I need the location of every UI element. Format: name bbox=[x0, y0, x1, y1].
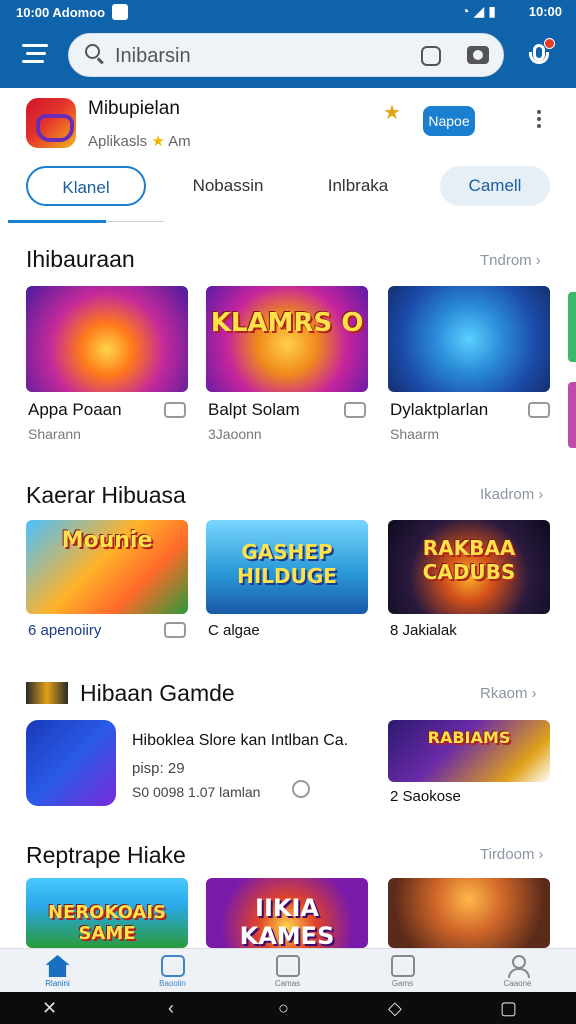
apps-icon bbox=[275, 955, 300, 977]
scan-icon[interactable] bbox=[421, 46, 441, 66]
section-title: Ihibauraan bbox=[26, 246, 135, 272]
game-thumbnail-art-text: GASHEP HILDUGE bbox=[237, 540, 337, 588]
home-icon bbox=[45, 955, 70, 977]
tab-indicator bbox=[8, 220, 106, 223]
recents-icon[interactable]: ◇ bbox=[388, 998, 402, 1019]
tab-camell[interactable]: Camell bbox=[440, 166, 550, 206]
section-title: Hibaan Gamde bbox=[80, 680, 235, 706]
featured-game-icon[interactable] bbox=[26, 720, 116, 806]
app-name: Mibupielan bbox=[88, 98, 180, 119]
game-thumbnail[interactable]: GASHEP HILDUGE bbox=[206, 520, 368, 614]
system-navigation-bar: ✕ ‹ ○ ◇ ▢ bbox=[0, 992, 576, 1024]
search-bar[interactable] bbox=[68, 33, 504, 77]
top-app-bar: 10:00 Adomoo ◔◢▮ 10:00 bbox=[0, 0, 576, 88]
tab-nobassin[interactable]: Nobassin bbox=[178, 166, 278, 206]
game-subtitle: Sharann bbox=[28, 426, 81, 442]
back-icon[interactable]: ‹ bbox=[168, 998, 174, 1019]
side-peek-handle[interactable] bbox=[568, 382, 576, 448]
hamburger-menu-icon[interactable] bbox=[22, 44, 48, 66]
section-see-more-link[interactable]: Ikadrom › bbox=[480, 486, 543, 503]
nav-item-gams[interactable]: Gams bbox=[345, 949, 460, 993]
game-title[interactable]: 8 Jakialak bbox=[390, 622, 457, 639]
game-thumbnail-art-text: Mounie bbox=[61, 528, 153, 553]
search-icon bbox=[85, 44, 105, 65]
controller-icon bbox=[164, 622, 186, 638]
chat-icon bbox=[160, 955, 185, 977]
nav-item-games[interactable]: Camas bbox=[230, 949, 345, 993]
controller-icon bbox=[164, 402, 186, 418]
game-thumbnail-art-text: KLAMRS O bbox=[210, 308, 364, 338]
game-title[interactable]: 2 Saokose bbox=[390, 788, 461, 805]
main-content: Mibupielan Aplikasls ★ Am ★ Napoe Klanel… bbox=[8, 88, 568, 948]
star-icon: ★ bbox=[151, 133, 165, 150]
section-see-more-link[interactable]: Tirdoom › bbox=[480, 846, 543, 863]
game-thumbnail[interactable] bbox=[388, 286, 550, 392]
side-peek-handle[interactable] bbox=[568, 292, 576, 362]
game-thumbnail[interactable]: KLAMRS O bbox=[206, 286, 368, 392]
microphone-icon[interactable] bbox=[526, 38, 555, 70]
camera-icon[interactable] bbox=[467, 46, 489, 64]
controller-icon bbox=[528, 402, 550, 418]
notification-icon bbox=[112, 4, 128, 20]
tab-divider bbox=[106, 221, 164, 222]
featured-game-price: pisp: 29 bbox=[132, 760, 185, 777]
game-thumbnail[interactable]: IIKIA KAMES bbox=[206, 878, 368, 948]
nav-item-profile[interactable]: Caaone bbox=[460, 949, 575, 993]
search-input[interactable] bbox=[115, 43, 395, 69]
app-logo bbox=[26, 98, 76, 148]
game-title[interactable]: Dylaktplarlan bbox=[390, 400, 488, 420]
status-bar: 10:00 Adomoo ◔◢▮ 10:00 bbox=[0, 0, 576, 26]
dice-icon bbox=[390, 955, 415, 977]
award-star-icon: ★ bbox=[383, 102, 401, 124]
section-title: Kaerar Hibuasa bbox=[26, 482, 186, 508]
info-icon[interactable] bbox=[292, 780, 310, 798]
featured-game-title[interactable]: Hiboklea Slore kan Intlban Ca. bbox=[132, 732, 348, 750]
game-thumbnail-art-text: NEROKOAIS SAME bbox=[47, 902, 167, 944]
more-icon[interactable]: ▢ bbox=[500, 998, 517, 1019]
game-thumbnail[interactable]: NEROKOAIS SAME bbox=[26, 878, 188, 948]
section-see-more-link[interactable]: Tndrom › bbox=[480, 252, 541, 269]
game-thumbnail[interactable]: Mounie bbox=[26, 520, 188, 614]
featured-game-meta: S0 0098 1.07 lamlan bbox=[132, 784, 261, 800]
notification-dot bbox=[544, 38, 555, 49]
game-title[interactable]: 6 apenoiiry bbox=[28, 622, 101, 639]
bottom-navigation: Rlanini Baoolin Camas Gams Caaone bbox=[0, 948, 576, 992]
controller-icon bbox=[344, 402, 366, 418]
game-title[interactable]: Balpt Solam bbox=[208, 400, 300, 420]
game-thumbnail-art-text: RAKBAA CADUBS bbox=[422, 536, 516, 584]
status-clock-right: 10:00 bbox=[528, 4, 562, 19]
game-thumbnail[interactable] bbox=[26, 286, 188, 392]
game-thumbnail[interactable] bbox=[388, 878, 550, 948]
game-title[interactable]: C algae bbox=[208, 622, 260, 639]
section-title: Reptrape Hiake bbox=[26, 842, 186, 868]
nav-item-chat[interactable]: Baoolin bbox=[115, 949, 230, 993]
more-options-icon[interactable] bbox=[536, 110, 542, 130]
app-subtitle: Aplikasls ★ Am bbox=[88, 133, 191, 150]
section-see-more-link[interactable]: Rkaom › bbox=[480, 685, 537, 702]
app-action-button[interactable]: Napoe bbox=[423, 106, 475, 136]
game-thumbnail-art-text: IIKIA KAMES bbox=[239, 894, 335, 948]
game-thumbnail[interactable]: RABIAMS bbox=[388, 720, 550, 782]
tab-klanel[interactable]: Klanel bbox=[26, 166, 146, 206]
game-subtitle: Shaarm bbox=[390, 426, 440, 442]
section-badge-icon bbox=[26, 682, 68, 704]
user-icon bbox=[506, 955, 530, 978]
game-subtitle: 3Jaoonn bbox=[208, 426, 262, 442]
close-apps-icon[interactable]: ✕ bbox=[42, 998, 57, 1019]
nav-item-home[interactable]: Rlanini bbox=[0, 949, 115, 993]
tab-inlbraka[interactable]: Inlbraka bbox=[308, 166, 408, 206]
home-circle-icon[interactable]: ○ bbox=[278, 998, 289, 1019]
category-tabs: Klanel Nobassin Inlbraka Camell bbox=[8, 166, 568, 223]
game-thumbnail-art-text: RABIAMS bbox=[427, 728, 511, 747]
status-time: 10:00 Adomoo bbox=[16, 5, 106, 20]
game-title[interactable]: Appa Poaan bbox=[28, 400, 122, 420]
signal-wifi-battery-icons: ◔◢▮ bbox=[461, 3, 500, 19]
game-thumbnail[interactable]: RAKBAA CADUBS bbox=[388, 520, 550, 614]
